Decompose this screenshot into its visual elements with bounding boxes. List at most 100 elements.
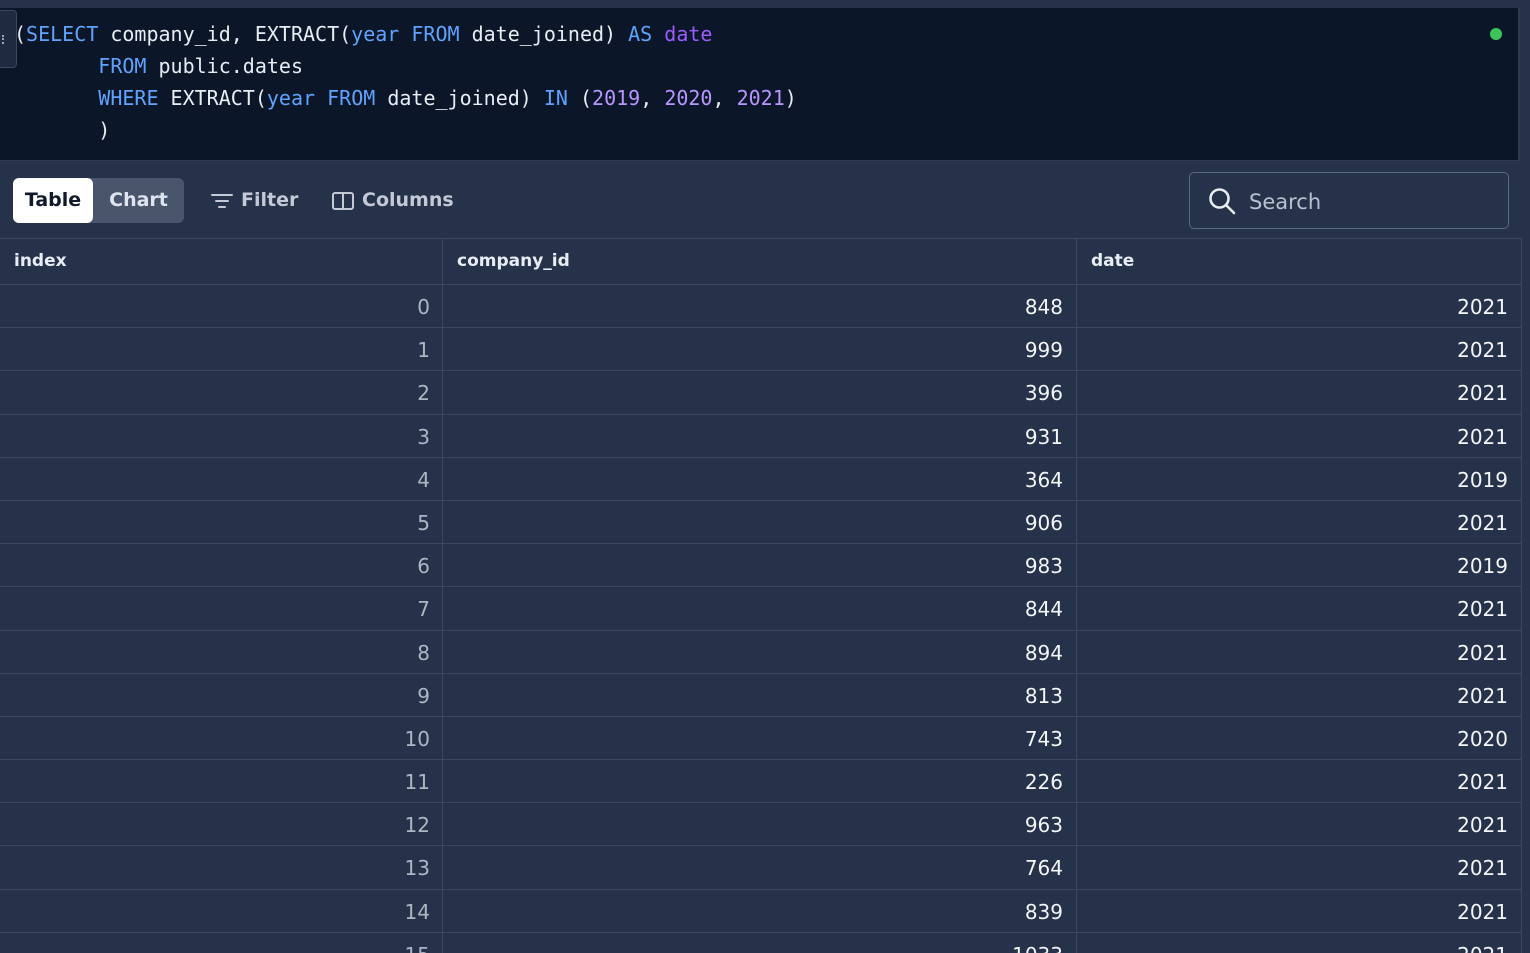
- code-token: year: [351, 22, 400, 46]
- table-row[interactable]: 0 848 2021: [0, 285, 1522, 329]
- table-row[interactable]: 8 894 2021: [0, 630, 1522, 674]
- code-token: 2021: [736, 86, 785, 110]
- cell-index: 0: [0, 285, 443, 328]
- search-icon: [1209, 188, 1236, 215]
- cell-index: 6: [0, 544, 443, 587]
- columns-icon: [332, 191, 354, 210]
- table-row[interactable]: 3 931 2021: [0, 414, 1522, 458]
- columns-button[interactable]: Columns: [332, 178, 454, 223]
- code-token: (: [567, 86, 593, 110]
- cell-company-id: 743: [443, 716, 1077, 760]
- table-row[interactable]: 12 963 2021: [0, 803, 1522, 847]
- cell-company-id: 364: [443, 457, 1077, 500]
- cell-index: 8: [0, 630, 443, 673]
- cell-index: 4: [0, 457, 443, 500]
- table-row[interactable]: 4 364 2019: [0, 457, 1522, 501]
- cell-company-id: 396: [443, 371, 1077, 414]
- code-token: 2020: [664, 86, 713, 110]
- sql-code[interactable]: (SELECT company_id, EXTRACT(year FROM da…: [14, 18, 797, 146]
- cell-company-id: 764: [443, 846, 1077, 889]
- cell-index: 9: [0, 673, 443, 716]
- cell-date: 2019: [1077, 544, 1522, 587]
- code-token: FROM: [411, 22, 460, 46]
- cell-date: 2020: [1077, 716, 1522, 760]
- table-row[interactable]: 2 396 2021: [0, 371, 1522, 415]
- table-row[interactable]: 13 764 2021: [0, 846, 1522, 890]
- status-indicator: [1490, 28, 1502, 40]
- cell-company-id: 906: [443, 500, 1077, 544]
- view-toggle: Table Chart: [13, 178, 184, 223]
- cell-date: 2021: [1077, 803, 1522, 846]
- cell-date: 2021: [1077, 673, 1522, 716]
- table-body: 0 848 2021 1 999 2021 2 396 2021 3 931 2021 4 364 2019…: [0, 285, 1522, 953]
- code-token: date_joined): [459, 22, 629, 46]
- table-row[interactable]: 9 813 2021: [0, 673, 1522, 717]
- cell-company-id: 848: [443, 285, 1077, 328]
- cell-date: 2019: [1077, 457, 1522, 500]
- table-row[interactable]: 7 844 2021: [0, 587, 1522, 631]
- code-token: company_id, EXTRACT(: [98, 22, 352, 46]
- column-header-date[interactable]: date: [1077, 239, 1522, 284]
- table-row[interactable]: 1510332021: [0, 932, 1522, 953]
- code-line: (SELECT company_id, EXTRACT(year FROM da…: [14, 18, 797, 50]
- cell-company-id: 839: [443, 889, 1077, 932]
- code-line: FROM public.dates: [14, 50, 797, 82]
- cell-index: 12: [0, 803, 443, 846]
- filter-button[interactable]: Filter: [211, 178, 298, 223]
- cell-index: 5: [0, 500, 443, 544]
- code-token: ): [14, 118, 111, 142]
- table-row[interactable]: 6 983 2019: [0, 544, 1522, 588]
- code-token: FROM: [327, 86, 376, 110]
- cell-date: 2021: [1077, 846, 1522, 889]
- cell-date: 2021: [1077, 760, 1522, 803]
- code-token: year: [266, 86, 316, 110]
- cell-index: 2: [0, 371, 443, 414]
- code-token: WHERE: [98, 86, 159, 110]
- cell-company-id: 983: [443, 544, 1077, 587]
- cell-date: 2021: [1077, 285, 1522, 328]
- table-view-button[interactable]: Table: [13, 178, 93, 223]
- table-row[interactable]: 11 226 2021: [0, 760, 1522, 804]
- table-row[interactable]: 14 839 2021: [0, 889, 1522, 933]
- table-row[interactable]: 10 743 2020: [0, 716, 1522, 761]
- cell-company-id: 963: [443, 803, 1077, 846]
- chart-view-button[interactable]: Chart: [93, 178, 184, 223]
- code-line: WHERE EXTRACT(year FROM date_joined) IN …: [14, 82, 797, 114]
- cell-date: 2021: [1077, 500, 1522, 544]
- results-table: index company_id date 0 848 2021 1 999 2021 2 3…: [0, 238, 1522, 953]
- cell-date: 2021: [1077, 371, 1522, 414]
- cell-date: 2021: [1077, 932, 1522, 953]
- code-line: ): [14, 114, 797, 146]
- search-box: [1189, 172, 1509, 229]
- code-token: 2019: [592, 86, 641, 110]
- code-token: public.dates: [146, 54, 304, 78]
- code-token: date: [664, 22, 713, 46]
- code-token: FROM: [98, 54, 147, 78]
- cell-index: 15: [0, 932, 443, 953]
- code-token: date_joined): [375, 86, 544, 110]
- cell-index: 10: [0, 716, 443, 760]
- cell-company-id: 894: [443, 630, 1077, 673]
- code-token: EXTRACT(: [158, 86, 267, 110]
- cell-index: 13: [0, 846, 443, 889]
- code-token: ,: [640, 86, 665, 110]
- code-token: SELECT: [26, 22, 99, 46]
- code-token: AS: [628, 22, 653, 46]
- results-toolbar: Table Chart Filter Columns: [0, 162, 1522, 238]
- cell-company-id: 813: [443, 673, 1077, 716]
- sql-editor[interactable]: (SELECT company_id, EXTRACT(year FROM da…: [0, 8, 1520, 161]
- columns-label: Columns: [362, 189, 454, 211]
- cell-index: 14: [0, 889, 443, 932]
- code-token: ): [784, 86, 797, 110]
- cell-company-id: 226: [443, 760, 1077, 803]
- cell-index: 11: [0, 760, 443, 803]
- filter-icon: [211, 193, 233, 208]
- column-header-company-id[interactable]: company_id: [443, 239, 1077, 284]
- search-input[interactable]: [1247, 181, 1501, 223]
- table-row[interactable]: 5 906 2021: [0, 500, 1522, 545]
- table-row[interactable]: 1 999 2021: [0, 328, 1522, 372]
- column-header-index[interactable]: index: [0, 239, 443, 284]
